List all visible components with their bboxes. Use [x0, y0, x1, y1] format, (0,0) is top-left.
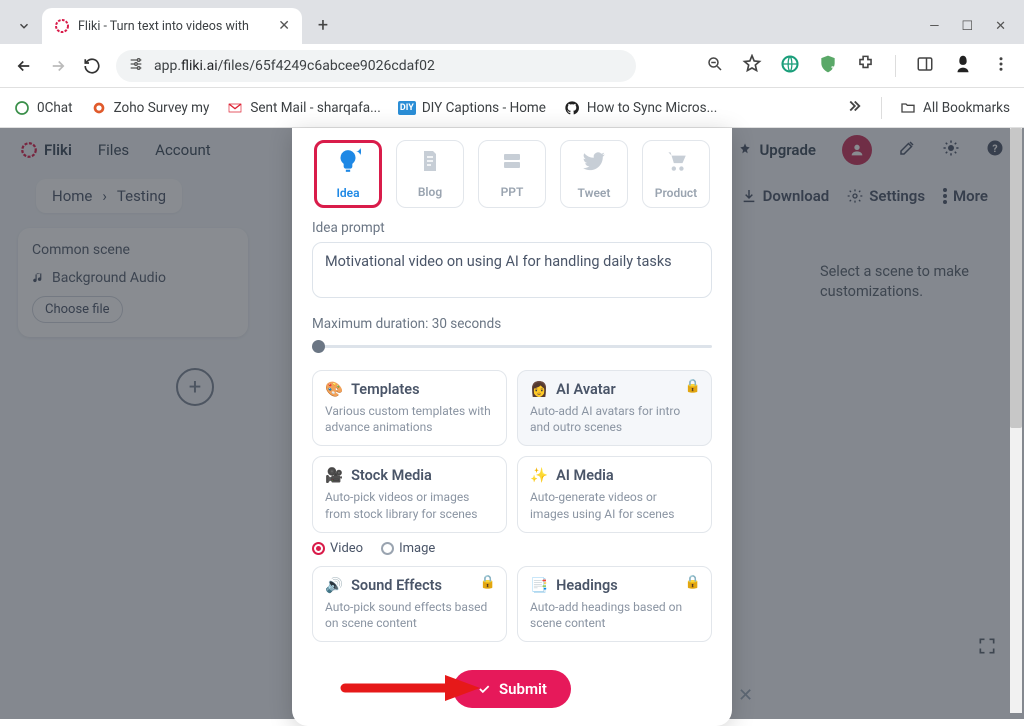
type-label: PPT — [501, 185, 524, 199]
video-icon: 🎥 — [325, 467, 343, 484]
create-video-modal: ✦ Idea Blog PPT Tweet Product Idea promp… — [292, 128, 732, 726]
bookmark-item[interactable]: How to Sync Micros... — [564, 100, 717, 116]
close-window-icon[interactable]: ✕ — [995, 19, 1006, 34]
lock-icon: 🔒 — [685, 575, 701, 590]
twitter-icon — [581, 148, 607, 180]
option-headings[interactable]: 🔒 📑Headings Auto-add headings based on s… — [517, 566, 712, 642]
extension-globe-icon[interactable] — [780, 54, 800, 78]
bookmark-item[interactable]: Zoho Survey my — [91, 100, 210, 116]
prompt-label: Idea prompt — [312, 220, 712, 236]
site-settings-icon[interactable] — [128, 56, 144, 76]
diy-icon: DIY — [399, 100, 415, 116]
vertical-scrollbar[interactable] — [1010, 128, 1022, 713]
svg-text:✦: ✦ — [356, 148, 361, 159]
bookmark-label: Sent Mail - sharqafa... — [250, 100, 380, 116]
bookmark-item[interactable]: DIY DIY Captions - Home — [399, 100, 546, 116]
bookmark-item[interactable]: 0Chat — [14, 100, 73, 116]
maximize-icon[interactable]: ☐ — [961, 19, 973, 34]
option-ai-avatar[interactable]: 🔒 👩AI Avatar Auto-add AI avatars for int… — [517, 370, 712, 446]
bookmark-label: Zoho Survey my — [114, 100, 210, 116]
type-idea[interactable]: ✦ Idea — [314, 140, 382, 208]
type-label: Blog — [418, 185, 442, 199]
radio-image[interactable]: Image — [381, 541, 435, 556]
close-modal-icon[interactable]: ✕ — [738, 685, 753, 706]
bookmark-item[interactable]: Sent Mail - sharqafa... — [227, 100, 380, 116]
option-templates[interactable]: 🎨Templates Various custom templates with… — [312, 370, 507, 446]
gmail-icon — [227, 100, 243, 116]
media-type-radio-group: Video Image — [312, 541, 712, 556]
bookmarks-bar: 0Chat Zoho Survey my Sent Mail - sharqaf… — [0, 88, 1024, 128]
extension-shield-icon[interactable]: 1 — [818, 54, 838, 78]
wand-icon: ✨ — [530, 467, 548, 484]
radio-video[interactable]: Video — [312, 541, 363, 556]
scrollbar-thumb[interactable] — [1010, 128, 1022, 428]
submit-button[interactable]: Submit — [453, 670, 571, 708]
site-favicon — [54, 18, 70, 34]
type-tweet[interactable]: Tweet — [560, 140, 628, 208]
minimize-icon[interactable]: — — [929, 19, 939, 34]
bookmark-star-icon[interactable] — [742, 54, 762, 78]
side-panel-icon[interactable] — [916, 55, 934, 77]
templates-icon: 🎨 — [325, 381, 343, 398]
zoho-icon — [91, 100, 107, 116]
bookmark-label: How to Sync Micros... — [587, 100, 717, 116]
document-icon — [418, 149, 442, 179]
address-bar: app.fliki.ai/files/65f4249c6abcee9026cda… — [0, 44, 1024, 88]
zoom-icon[interactable] — [706, 55, 724, 77]
tab-title: Fliki - Turn text into videos with — [78, 19, 270, 34]
url-text: app.fliki.ai/files/65f4249c6abcee9026cda… — [154, 58, 435, 74]
all-bookmarks-label: All Bookmarks — [923, 100, 1010, 116]
option-ai-media[interactable]: ✨AI Media Auto-generate videos or images… — [517, 456, 712, 532]
lock-icon: 🔒 — [480, 575, 496, 590]
type-product[interactable]: Product — [642, 140, 710, 208]
window-controls: — ☐ ✕ — [929, 19, 1024, 44]
tab-search-dropdown[interactable] — [12, 14, 36, 38]
type-blog[interactable]: Blog — [396, 140, 464, 208]
duration-label: Maximum duration: 30 seconds — [312, 316, 712, 332]
back-button[interactable] — [14, 56, 34, 76]
forward-button[interactable] — [48, 56, 68, 76]
slider-thumb[interactable] — [312, 340, 325, 353]
bookmark-label: 0Chat — [37, 100, 73, 116]
content-type-tabs: ✦ Idea Blog PPT Tweet Product — [312, 140, 712, 208]
browser-tab-strip: Fliki - Turn text into videos with ✕ + —… — [0, 0, 1024, 44]
all-bookmarks-button[interactable]: All Bookmarks — [900, 100, 1010, 116]
lock-icon: 🔒 — [685, 379, 701, 394]
bookmark-label: DIY Captions - Home — [422, 100, 546, 116]
option-sound-effects[interactable]: 🔒 🔊Sound Effects Auto-pick sound effects… — [312, 566, 507, 642]
reload-button[interactable] — [82, 56, 102, 76]
chrome-menu-icon[interactable] — [992, 55, 1010, 77]
lightbulb-icon: ✦ — [335, 148, 361, 180]
extensions-icon[interactable] — [856, 54, 875, 77]
cart-icon — [663, 148, 689, 180]
folder-icon — [900, 100, 916, 116]
duration-slider[interactable] — [312, 340, 712, 352]
chat-icon — [14, 100, 30, 116]
browser-tab[interactable]: Fliki - Turn text into videos with ✕ — [42, 8, 302, 44]
url-input[interactable]: app.fliki.ai/files/65f4249c6abcee9026cda… — [116, 50, 636, 82]
slides-icon — [500, 149, 524, 179]
option-stock-media[interactable]: 🎥Stock Media Auto-pick videos or images … — [312, 456, 507, 532]
close-tab-icon[interactable]: ✕ — [278, 18, 290, 34]
type-label: Tweet — [578, 186, 611, 200]
sound-icon: 🔊 — [325, 577, 343, 594]
avatar-icon: 👩 — [530, 381, 548, 398]
type-label: Idea — [336, 186, 359, 200]
type-ppt[interactable]: PPT — [478, 140, 546, 208]
headings-icon: 📑 — [530, 577, 548, 594]
github-icon — [564, 100, 580, 116]
new-tab-button[interactable]: + — [308, 10, 338, 40]
type-label: Product — [655, 186, 697, 200]
profile-avatar-icon[interactable] — [952, 53, 974, 79]
svg-text:1: 1 — [831, 64, 835, 73]
idea-prompt-input[interactable] — [312, 242, 712, 298]
bookmarks-overflow-icon[interactable] — [845, 97, 863, 119]
